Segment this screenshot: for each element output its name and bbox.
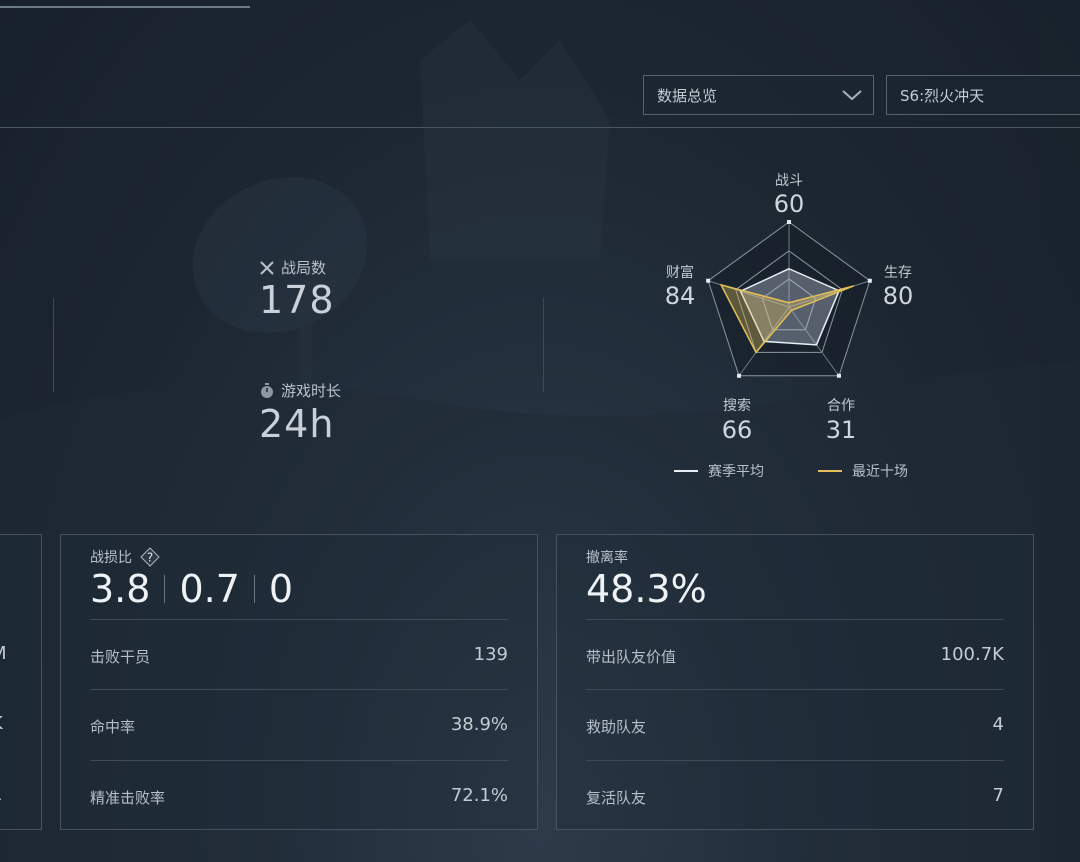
extraction-panel-title: 撤离率 [586, 547, 628, 567]
radar-axis-label: 财富 [666, 265, 694, 281]
combat-panel-title-text: 战损比 [90, 550, 132, 566]
playtime-label-text: 游戏时长 [281, 382, 342, 400]
radar-vertex-marker [737, 373, 742, 378]
legend-recent-text: 最近十场 [852, 464, 908, 480]
season-select[interactable]: S6:烈火冲天 [886, 75, 1080, 115]
radar-axis-label: 搜索 [723, 398, 751, 414]
radar-axis-value: 84 [664, 282, 696, 310]
stat-row-label: 命中率 [90, 718, 136, 736]
radar-chart [706, 220, 872, 378]
radar-axis-value: 31 [825, 416, 857, 444]
svg-text:?: ? [147, 551, 153, 565]
matches-label: 战局数 [259, 257, 326, 278]
extraction-rate-value: 48.3% [586, 567, 707, 611]
top-indicator-line [0, 6, 250, 8]
kd-value: 3.8 [90, 567, 151, 611]
kd-separator [164, 575, 166, 603]
stat-row: 命中率 38.9% [90, 689, 508, 760]
divider-left [53, 298, 54, 392]
stat-row-label: 带出队友价值 [586, 648, 677, 666]
stat-row-label: 救助队友 [586, 718, 647, 736]
stat-row-value: 7 [992, 785, 1004, 806]
stat-row: 精准击败率 72.1% [90, 760, 508, 831]
extraction-panel-title-text: 撤离率 [586, 550, 628, 566]
divider-right [543, 298, 544, 392]
stat-row: 救助队友 4 [586, 689, 1004, 760]
view-select[interactable]: 数据总览 [643, 75, 874, 115]
extraction-stats-panel: 撤离率 48.3% 带出队友价值 100.7K 救助队友 4 复活队友 7 [556, 534, 1034, 830]
kd-summary: 3.8 0.7 0 [90, 567, 293, 611]
chevron-down-icon [842, 90, 862, 101]
stat-row-value: 100.7K [940, 644, 1004, 665]
radar-axis-label: 生存 [884, 265, 912, 281]
combat-stats-panel: 战损比 ? 3.8 0.7 0 击败干员 139 命中率 38.9% 精准击败率… [60, 534, 538, 830]
radar-axis-label: 战斗 [775, 173, 803, 189]
legend-recent-line [818, 470, 842, 472]
radar-vertex-marker [787, 220, 791, 224]
legend-season-text: 赛季平均 [708, 464, 764, 480]
assist-value: 0.7 [179, 567, 240, 611]
partial-value: 1 [0, 784, 2, 805]
extraction-rate: 48.3% [586, 567, 707, 611]
matches-label-text: 战局数 [281, 259, 327, 277]
radar-vertex-marker [836, 373, 841, 378]
view-select-value: 数据总览 [657, 86, 718, 105]
crossed-swords-icon [260, 260, 274, 275]
stat-row-value: 139 [473, 644, 508, 665]
stat-row-label: 击败干员 [90, 648, 151, 666]
radar-axis-label: 合作 [827, 398, 855, 414]
combat-panel-title: 战损比 ? [90, 547, 160, 567]
legend-season-line [674, 470, 698, 472]
radar-axis-value: 66 [721, 416, 753, 444]
help-icon[interactable]: ? [140, 547, 160, 567]
partial-panel-left: M K 1 [0, 534, 42, 830]
playtime-value: 24h [259, 402, 335, 446]
radar-axis-value: 80 [882, 282, 914, 310]
radar-axis-value: 60 [773, 190, 805, 218]
header-divider [0, 127, 1080, 128]
stat-row: 击败干员 139 [90, 619, 508, 690]
matches-value: 178 [259, 278, 335, 322]
season-select-value: S6:烈火冲天 [900, 86, 985, 105]
partial-value: M [0, 643, 7, 664]
stat-row-value: 38.9% [450, 714, 508, 735]
stat-row: 复活队友 7 [586, 760, 1004, 831]
stat-row-value: 4 [992, 714, 1004, 735]
stopwatch-icon [261, 382, 273, 398]
legend-recent-ten: 最近十场 [818, 461, 908, 481]
stat-row-label: 精准击败率 [90, 789, 166, 807]
legend-season-average: 赛季平均 [674, 461, 764, 481]
playtime-label: 游戏时长 [259, 380, 341, 401]
stat-row-label: 复活队友 [586, 789, 647, 807]
stat-row-value: 72.1% [450, 785, 508, 806]
stat-row: 带出队友价值 100.7K [586, 619, 1004, 690]
deaths-value: 0 [268, 567, 294, 611]
kd-separator [253, 575, 255, 603]
partial-value: K [0, 713, 3, 734]
